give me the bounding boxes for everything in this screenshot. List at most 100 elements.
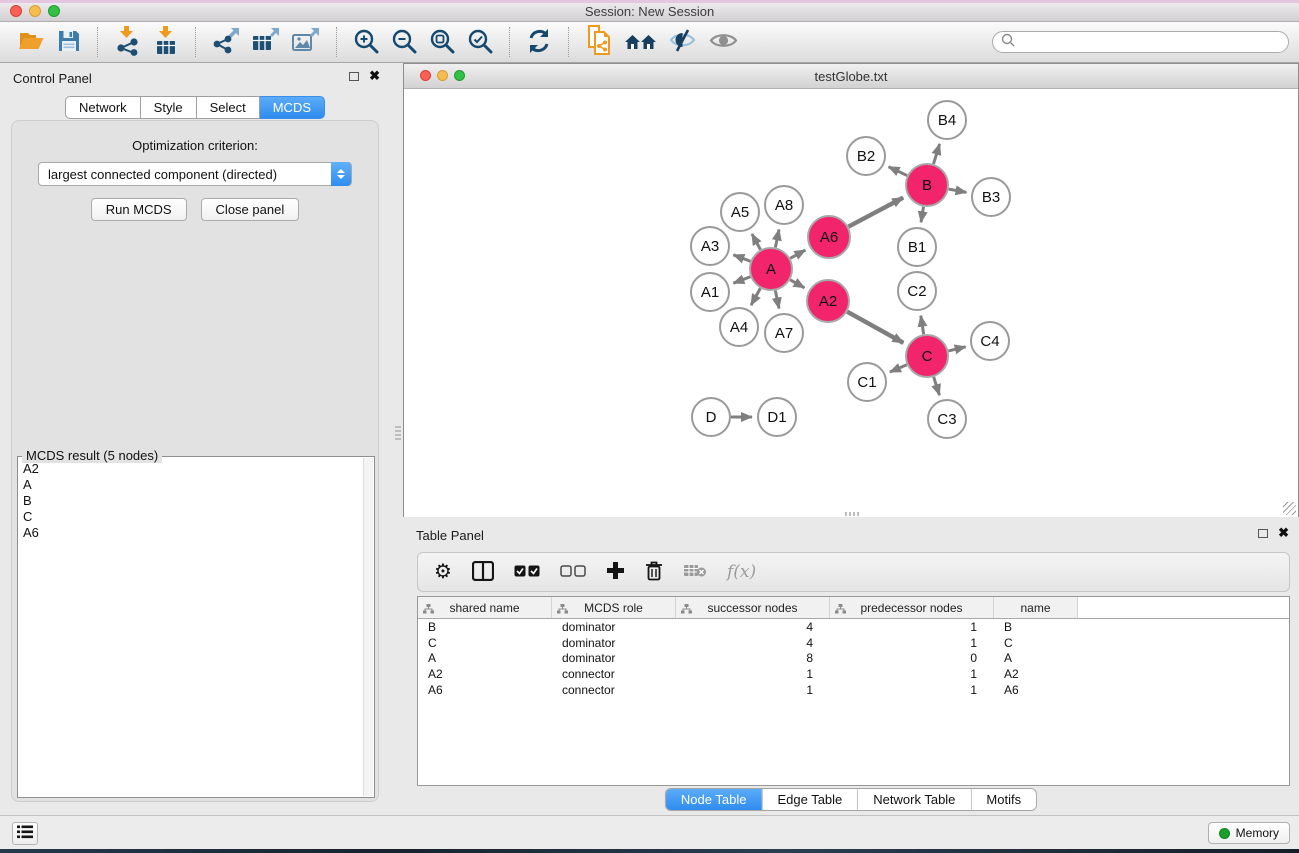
table-row[interactable]: A6connector11A6 bbox=[418, 682, 1289, 698]
search-input[interactable] bbox=[1020, 35, 1280, 49]
graph-node-b4[interactable]: B4 bbox=[927, 100, 967, 140]
apply-function-button[interactable]: f(x) bbox=[727, 562, 756, 582]
function-icon: f(x) bbox=[727, 562, 756, 582]
mcds-result-item[interactable]: A2 bbox=[19, 461, 362, 477]
table-row[interactable]: A2connector11A2 bbox=[418, 666, 1289, 682]
export-table-icon bbox=[252, 27, 280, 57]
network-window-titlebar[interactable]: testGlobe.txt bbox=[404, 64, 1298, 89]
mcds-result-item[interactable]: A6 bbox=[19, 525, 362, 541]
graph-node-a4[interactable]: A4 bbox=[719, 307, 759, 347]
graph-node-a5[interactable]: A5 bbox=[720, 192, 760, 232]
tab-edge-table[interactable]: Edge Table bbox=[761, 789, 857, 810]
show-columns-button[interactable] bbox=[472, 561, 494, 584]
table-row[interactable]: Bdominator41B bbox=[418, 619, 1289, 635]
graph-node-c1[interactable]: C1 bbox=[847, 362, 887, 402]
table-cell: A bbox=[994, 651, 1078, 665]
import-network-button[interactable] bbox=[108, 24, 147, 61]
tab-mcds[interactable]: MCDS bbox=[260, 96, 325, 119]
save-session-button[interactable] bbox=[51, 27, 87, 58]
graph-node-a[interactable]: A bbox=[749, 247, 793, 291]
tab-network-table[interactable]: Network Table bbox=[857, 789, 970, 810]
hide-graphics-details-button[interactable] bbox=[662, 26, 703, 58]
graph-node-b3[interactable]: B3 bbox=[971, 177, 1011, 217]
add-row-button[interactable] bbox=[606, 561, 625, 583]
result-list-scrollbar[interactable] bbox=[363, 458, 373, 796]
network-from-selection-button[interactable] bbox=[579, 23, 619, 61]
graph-node-a6[interactable]: A6 bbox=[807, 215, 851, 259]
toolbar-separator bbox=[195, 27, 196, 57]
graph-node-a2[interactable]: A2 bbox=[806, 279, 850, 323]
close-panel-button[interactable]: Close panel bbox=[201, 198, 300, 221]
task-history-button[interactable] bbox=[12, 822, 38, 845]
close-table-panel-icon[interactable]: ✖ bbox=[1278, 528, 1289, 538]
delete-row-button[interactable] bbox=[645, 560, 663, 584]
graph-node-d[interactable]: D bbox=[691, 397, 731, 437]
graph-node-d1[interactable]: D1 bbox=[757, 397, 797, 437]
memory-status-icon bbox=[1219, 828, 1230, 839]
import-table-button[interactable] bbox=[147, 24, 185, 61]
graph-node-a7[interactable]: A7 bbox=[764, 313, 804, 353]
mcds-result-item[interactable]: A bbox=[19, 477, 362, 493]
mcds-tab-content: Optimization criterion: largest connecte… bbox=[11, 120, 379, 802]
zoom-selected-button[interactable] bbox=[461, 26, 499, 59]
float-table-panel-icon[interactable] bbox=[1258, 529, 1268, 538]
mcds-result-item[interactable]: B bbox=[19, 493, 362, 509]
delete-table-button[interactable] bbox=[683, 563, 707, 581]
graph-node-c[interactable]: C bbox=[905, 334, 949, 378]
tab-select[interactable]: Select bbox=[197, 96, 260, 119]
zoom-in-button[interactable] bbox=[347, 26, 385, 59]
tab-node-table[interactable]: Node Table bbox=[666, 789, 762, 810]
tree-icon bbox=[835, 603, 846, 617]
column-header-successor-nodes[interactable]: successor nodes bbox=[676, 597, 830, 618]
table-settings-button[interactable]: ⚙ bbox=[434, 562, 452, 582]
graph-node-a8[interactable]: A8 bbox=[764, 185, 804, 225]
graph-node-c2[interactable]: C2 bbox=[897, 271, 937, 311]
criterion-dropdown[interactable]: largest connected component (directed) bbox=[38, 162, 352, 186]
graph-node-c3[interactable]: C3 bbox=[927, 399, 967, 439]
window-resize-grip[interactable] bbox=[1283, 502, 1296, 515]
graph-node-c4[interactable]: C4 bbox=[970, 321, 1010, 361]
show-graphics-details-button[interactable] bbox=[703, 27, 744, 57]
refresh-button[interactable] bbox=[520, 26, 558, 59]
edge-A2-C bbox=[847, 312, 903, 343]
overview-window-button[interactable] bbox=[619, 27, 662, 58]
horizontal-splitter-grip[interactable] bbox=[845, 512, 859, 516]
table-cell: C bbox=[994, 636, 1078, 650]
graph-node-a3[interactable]: A3 bbox=[690, 226, 730, 266]
memory-button[interactable]: Memory bbox=[1208, 822, 1290, 844]
search-field[interactable] bbox=[992, 31, 1289, 53]
table-row[interactable]: Adominator80A bbox=[418, 651, 1289, 667]
zoom-out-button[interactable] bbox=[385, 26, 423, 59]
zoom-fit-button[interactable] bbox=[423, 26, 461, 59]
vertical-splitter-grip[interactable] bbox=[395, 426, 401, 441]
column-header-predecessor-nodes[interactable]: predecessor nodes bbox=[830, 597, 994, 618]
table-row[interactable]: Cdominator41C bbox=[418, 635, 1289, 651]
export-table-button[interactable] bbox=[246, 25, 286, 59]
export-image-button[interactable] bbox=[286, 25, 326, 59]
column-header-shared-name[interactable]: shared name bbox=[418, 597, 552, 618]
tab-network[interactable]: Network bbox=[65, 96, 141, 119]
deselect-all-rows-button[interactable] bbox=[560, 565, 586, 580]
graph-node-b[interactable]: B bbox=[905, 163, 949, 207]
export-network-button[interactable] bbox=[206, 25, 246, 59]
open-session-button[interactable] bbox=[12, 27, 51, 58]
network-canvas[interactable]: B4 B2 B B3 A5A8A6 A3 B1 A C2 A1 A2 A4A7 C4 C C1 C3 D D1 bbox=[404, 89, 1298, 517]
table-cell: A2 bbox=[994, 667, 1078, 681]
table-cell: connector bbox=[552, 667, 676, 681]
edge-A-A4 bbox=[751, 288, 760, 305]
column-header-mcds-role[interactable]: MCDS role bbox=[552, 597, 676, 618]
select-all-rows-button[interactable] bbox=[514, 565, 540, 580]
tab-motifs[interactable]: Motifs bbox=[970, 789, 1036, 810]
float-panel-icon[interactable] bbox=[349, 72, 359, 81]
graph-node-b2[interactable]: B2 bbox=[846, 136, 886, 176]
close-panel-icon[interactable]: ✖ bbox=[369, 71, 380, 81]
mcds-result-item[interactable]: C bbox=[19, 509, 362, 525]
graph-node-b1[interactable]: B1 bbox=[897, 227, 937, 267]
tab-style[interactable]: Style bbox=[141, 96, 197, 119]
run-mcds-button[interactable]: Run MCDS bbox=[91, 198, 187, 221]
edge-C-C1 bbox=[890, 365, 907, 372]
toolbar-separator bbox=[509, 27, 510, 57]
graph-node-a1[interactable]: A1 bbox=[690, 272, 730, 312]
table-panel: Table Panel ✖ ⚙ f(x) shared nameMCDS rol… bbox=[403, 520, 1299, 815]
column-header-name[interactable]: name bbox=[994, 597, 1078, 618]
